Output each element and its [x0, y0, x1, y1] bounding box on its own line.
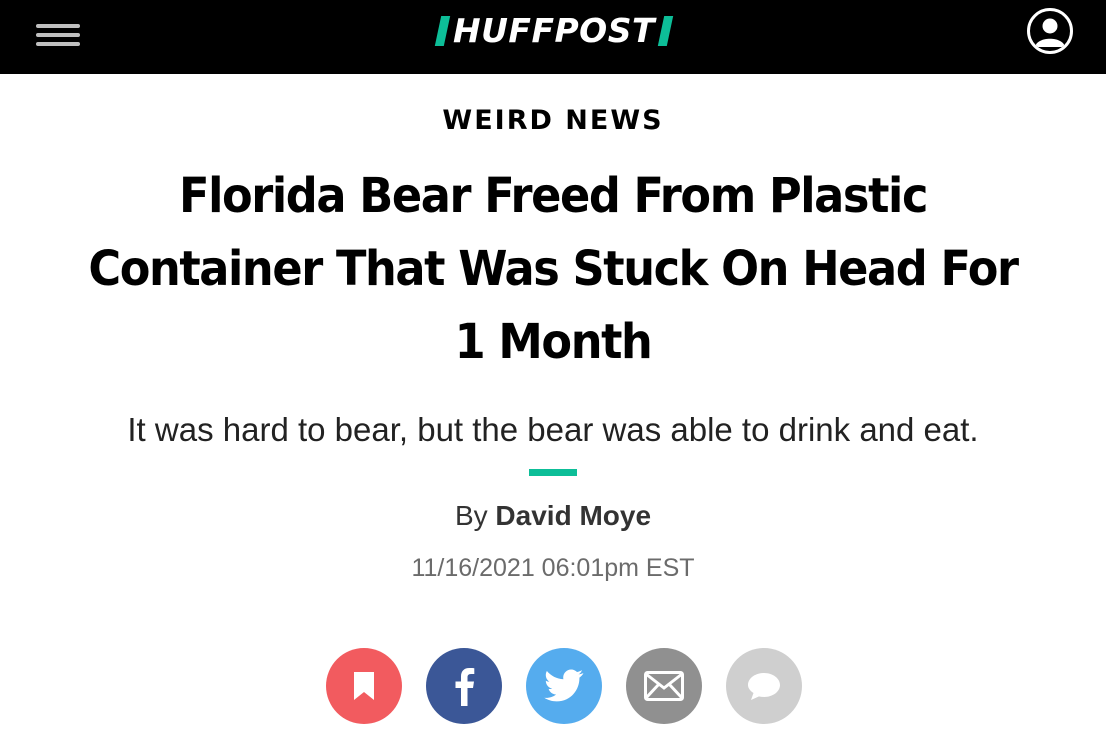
top-nav-bar: HUFFPOST — [0, 0, 1106, 74]
logo-text: HUFFPOST — [452, 11, 656, 50]
user-account-icon[interactable] — [1027, 8, 1073, 54]
logo-left-bar — [434, 16, 451, 46]
comment-icon — [748, 673, 780, 700]
twitter-share-button[interactable] — [526, 648, 602, 724]
comment-button[interactable] — [726, 648, 802, 724]
byline-prefix: By — [454, 500, 488, 531]
email-icon — [644, 671, 684, 701]
huffpost-logo[interactable]: HUFFPOST — [416, 13, 692, 49]
bookmark-button[interactable] — [326, 648, 402, 724]
headline-line: 1 Month — [454, 314, 653, 370]
author-link[interactable]: David Moye — [495, 500, 651, 531]
facebook-icon — [455, 668, 475, 706]
headline-line: Container That Was Stuck On Head For — [88, 241, 1019, 297]
facebook-share-button[interactable] — [426, 648, 502, 724]
article-headline: Florida Bear Freed From Plastic Containe… — [76, 160, 1030, 379]
logo-right-bar — [657, 16, 674, 46]
publish-timestamp: 11/16/2021 06:01pm EST — [411, 554, 695, 582]
menu-line — [36, 42, 80, 46]
hamburger-menu-icon[interactable] — [36, 16, 80, 50]
article-subheadline: It was hard to bear, but the bear was ab… — [127, 411, 979, 448]
email-share-button[interactable] — [626, 648, 702, 724]
share-buttons — [326, 648, 802, 724]
bookmark-icon — [354, 672, 374, 700]
section-label[interactable]: WEIRD NEWS — [0, 104, 1106, 138]
accent-divider — [529, 469, 577, 476]
headline-line: Florida Bear Freed From Plastic — [178, 168, 928, 224]
menu-line — [36, 33, 80, 37]
twitter-icon — [544, 669, 584, 702]
menu-line — [36, 24, 80, 28]
byline: By David Moye — [0, 498, 1106, 534]
